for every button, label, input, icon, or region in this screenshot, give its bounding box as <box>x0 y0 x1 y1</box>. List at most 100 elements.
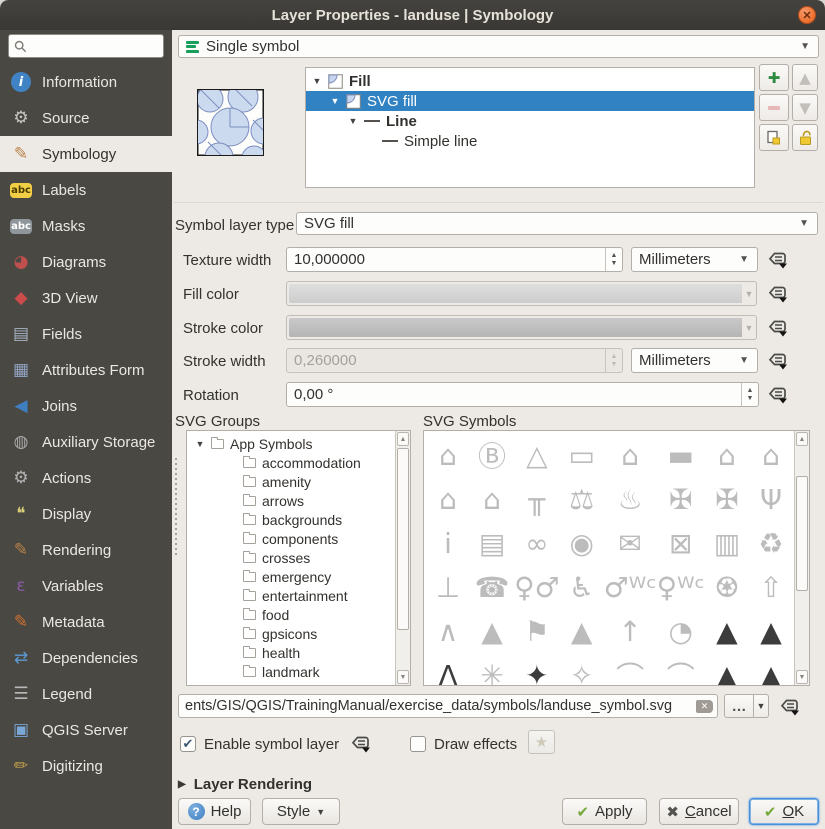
sidebar-item-symbology[interactable]: ✎Symbology <box>0 136 172 172</box>
svg-group-backgrounds[interactable]: backgrounds <box>187 510 394 529</box>
sidebar-item-joins[interactable]: ◀Joins <box>0 388 172 424</box>
sidebar-item-rendering[interactable]: ✎Rendering <box>0 532 172 568</box>
shelter-hiker-symbol[interactable]: ⌂ <box>426 433 470 477</box>
lock-colors-button[interactable] <box>792 124 818 151</box>
help-button[interactable]: ? Help <box>178 798 251 825</box>
sidebar-item-display[interactable]: ❝Display <box>0 496 172 532</box>
fire-badge-symbol[interactable]: ✠ <box>657 477 705 521</box>
splitter-handle[interactable] <box>174 458 177 558</box>
arrowhead-symbol[interactable]: ▲ <box>560 609 604 653</box>
bench-symbol[interactable]: ╥ <box>514 477 560 521</box>
rain-shelter-symbol[interactable]: ⌂ <box>749 433 793 477</box>
sidebar-item-fields[interactable]: ▤Fields <box>0 316 172 352</box>
four-point-star-symbol[interactable]: ✦ <box>514 653 560 685</box>
svg-path-data-defined-button[interactable] <box>776 695 802 719</box>
clock-symbol[interactable]: ◔ <box>657 609 705 653</box>
toilets-symbol[interactable]: ♀♂ <box>514 565 560 609</box>
black-arrowhead-2-symbol[interactable]: ▲ <box>749 653 793 685</box>
svg-path-input[interactable]: ents/GIS/QGIS/TrainingManual/exercise_da… <box>178 694 718 718</box>
sidebar-item-3d-view[interactable]: ◆3D View <box>0 280 172 316</box>
sidebar-item-labels[interactable]: abcLabels <box>0 172 172 208</box>
symbol-tree-row-svg-fill[interactable]: ▼SVG fill <box>306 91 754 111</box>
compass-north-symbol[interactable]: ▲ <box>705 609 749 653</box>
rotation-spinbox[interactable]: 0,00 ° ▲▼ <box>286 382 759 407</box>
scroll-up-icon[interactable]: ▲ <box>397 432 409 446</box>
fire-symbol[interactable]: ♨ <box>604 477 657 521</box>
svg-group-health[interactable]: health <box>187 643 394 662</box>
stroke-width-data-defined-button[interactable] <box>764 349 790 373</box>
svg-group-food[interactable]: food <box>187 605 394 624</box>
fill-color-data-defined-button[interactable] <box>764 282 790 306</box>
clear-icon[interactable]: ✕ <box>696 700 713 713</box>
sidebar-item-masks[interactable]: abcMasks <box>0 208 172 244</box>
svg-group-components[interactable]: components <box>187 529 394 548</box>
scroll-down-icon[interactable]: ▼ <box>796 670 808 684</box>
spinner-arrows-icon[interactable]: ▲▼ <box>741 383 758 406</box>
tree-expand-icon[interactable]: ▼ <box>312 76 322 86</box>
titlebar[interactable]: Layer Properties - landuse | Symbology ✕ <box>0 0 825 30</box>
sidebar-item-dependencies[interactable]: ⇄Dependencies <box>0 640 172 676</box>
library-symbol[interactable]: ▤ <box>470 521 514 565</box>
sidebar-item-qgis-server[interactable]: ▣QGIS Server <box>0 712 172 748</box>
texture-width-data-defined-button[interactable] <box>764 248 790 272</box>
layer-rendering-header[interactable]: ▶ Layer Rendering <box>178 776 312 793</box>
symbol-tree-row-simple-line[interactable]: Simple line <box>306 131 754 151</box>
camp-house-symbol[interactable]: ⌂ <box>470 477 514 521</box>
sidebar-item-auxiliary-storage[interactable]: ◍Auxiliary Storage <box>0 424 172 460</box>
ok-button[interactable]: ✔ OK <box>749 798 819 825</box>
chevron-down-icon[interactable]: ▼ <box>742 316 756 339</box>
handcuffs-symbol[interactable]: ∞ <box>514 521 560 565</box>
north-chevron-symbol[interactable]: ▲ <box>470 609 514 653</box>
sidebar-item-information[interactable]: iInformation <box>0 64 172 100</box>
browse-dropdown-icon[interactable]: ▼ <box>754 694 769 718</box>
geyser-symbol[interactable]: Ψ <box>749 477 793 521</box>
apply-button[interactable]: ✔ Apply <box>562 798 647 825</box>
sidebar-item-actions[interactable]: ⚙Actions <box>0 460 172 496</box>
thin-arrow-symbol[interactable]: ↑ <box>604 609 657 653</box>
survey-marker-symbol[interactable]: ⌒ <box>604 653 657 685</box>
move-down-button[interactable]: ▼ <box>792 94 818 121</box>
symbol-tree-row-fill[interactable]: ▼Fill <box>306 71 754 91</box>
svg-symbols-scrollbar[interactable]: ▲ ▼ <box>794 431 809 685</box>
texture-width-unit-combobox[interactable]: Millimeters ▼ <box>631 247 758 272</box>
svg-groups-scrollbar[interactable]: ▲ ▼ <box>395 431 410 685</box>
sidebar-item-attributes-form[interactable]: ▦Attributes Form <box>0 352 172 388</box>
effects-star-button[interactable]: ★ <box>528 730 555 754</box>
north-chevron-outline-symbol[interactable]: ∧ <box>426 609 470 653</box>
scroll-up-icon[interactable]: ▲ <box>796 432 808 446</box>
flag-pole-symbol[interactable]: ⚑ <box>514 609 560 653</box>
prison-symbol[interactable]: ▥ <box>705 521 749 565</box>
move-up-button[interactable]: ▲ <box>792 64 818 91</box>
add-symbol-layer-button[interactable]: ✚ <box>759 64 789 91</box>
scrollbar-thumb[interactable] <box>796 476 808 591</box>
recycling-symbol[interactable]: ♻ <box>749 521 793 565</box>
search-input[interactable] <box>27 38 153 54</box>
compass-arrow-symbol[interactable]: ▲ <box>705 653 749 685</box>
tree-expand-icon[interactable]: ▼ <box>348 116 358 126</box>
browse-button[interactable]: … <box>724 694 754 718</box>
remove-symbol-layer-button[interactable] <box>759 94 789 121</box>
svg-group-emergency[interactable]: emergency <box>187 567 394 586</box>
stroke-width-unit-combobox[interactable]: Millimeters ▼ <box>631 348 758 373</box>
arrow-up-symbol[interactable]: ⇧ <box>749 565 793 609</box>
house-symbol[interactable]: ⌂ <box>705 433 749 477</box>
information-symbol[interactable]: i <box>426 521 470 565</box>
svg-group-amenity[interactable]: amenity <box>187 472 394 491</box>
spinner-arrows-icon[interactable]: ▲▼ <box>605 248 622 271</box>
n-arrow-symbol[interactable]: Λ <box>426 653 470 685</box>
hut-symbol[interactable]: ⌂ <box>426 477 470 521</box>
draw-effects-checkbox[interactable] <box>410 736 426 752</box>
tree-expand-icon[interactable]: ▼ <box>195 439 205 449</box>
svg-path-value[interactable]: ents/GIS/QGIS/TrainingManual/exercise_da… <box>179 698 696 714</box>
waste-disposal-symbol[interactable]: ♼ <box>705 565 749 609</box>
stroke-color-button[interactable]: ▼ <box>286 315 757 340</box>
svg-group-arrows[interactable]: arrows <box>187 491 394 510</box>
svg-group-landmark[interactable]: landmark <box>187 662 394 681</box>
stroke-color-data-defined-button[interactable] <box>764 316 790 340</box>
duplicate-symbol-layer-button[interactable] <box>759 124 789 151</box>
sleeping-shelter-symbol[interactable]: ⌂ <box>604 433 657 477</box>
symbol-layer-type-combobox[interactable]: SVG fill ▼ <box>296 212 818 235</box>
symbol-tree-row-line[interactable]: ▼Line <box>306 111 754 131</box>
svg-group-gpsicons[interactable]: gpsicons <box>187 624 394 643</box>
chevron-down-icon[interactable]: ▼ <box>742 282 756 305</box>
